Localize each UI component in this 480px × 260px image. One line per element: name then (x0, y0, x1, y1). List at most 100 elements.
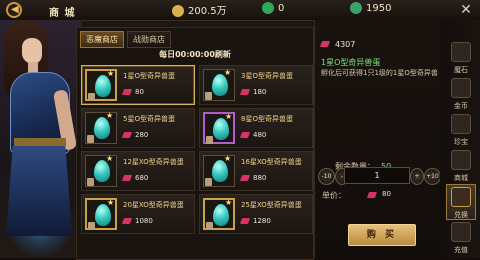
sidebar-item-label: 商城 (454, 174, 468, 182)
gem-icon (121, 89, 133, 95)
item-price: 280 (121, 131, 149, 139)
gem-icon (121, 175, 133, 181)
gold-value: 200.5万 (188, 6, 227, 17)
price-value: 680 (135, 174, 149, 182)
quantity-input[interactable]: 1 (344, 167, 410, 184)
star-icon: ★ (225, 112, 233, 121)
item-price: 1080 (121, 217, 153, 225)
lock-icon (87, 135, 94, 143)
shop-screen: ◀ 商 城 200.5万 0 1950 ✕ 恶魔商店 战勋商店 每日00:00:… (0, 0, 480, 260)
product-item[interactable]: ★ 8星O型奇异兽蛋 480 (199, 108, 313, 148)
item-slot: ★ (203, 154, 235, 187)
sidebar-item-recharge[interactable]: 充值 (446, 220, 476, 256)
recharge-icon (451, 222, 471, 242)
item-name: 12星XO型奇异兽蛋 (123, 158, 184, 166)
product-item[interactable]: ★ 16星XO型奇异兽蛋 880 (199, 151, 313, 191)
sidebar-item-coin[interactable]: 金币 (446, 76, 476, 112)
item-price: 80 (121, 88, 144, 96)
coin-icon (451, 78, 471, 98)
egg-icon (213, 204, 229, 226)
item-slot: ★ (85, 198, 117, 230)
egg-icon (95, 75, 111, 97)
item-price: 480 (239, 131, 266, 139)
price-value: 1280 (253, 217, 271, 225)
item-price: 880 (239, 174, 267, 182)
item-name: 3星O型奇异兽蛋 (241, 72, 293, 80)
tab-merit-shop[interactable]: 战勋商店 (127, 31, 171, 48)
egg-icon (212, 160, 228, 182)
price-value: 80 (135, 88, 144, 96)
hero-portrait (0, 20, 82, 258)
gem-icon (319, 41, 331, 47)
plus-button[interactable]: + (410, 168, 424, 185)
gem-coin-value: 1950 (366, 3, 392, 14)
green-coin-icon (262, 2, 274, 14)
item-price: 680 (121, 174, 149, 182)
star-icon: ★ (224, 154, 232, 163)
refresh-timer: 每日00:00:00刷新 (159, 50, 231, 59)
tab-demon-shop[interactable]: 恶魔商店 (80, 31, 124, 48)
lock-icon (88, 222, 95, 230)
sidebar-item-label: 充值 (454, 246, 468, 254)
side-nav: 魔石金币珍宝商城兑换充值 (440, 20, 480, 258)
sidebar-item-shop[interactable]: 商城 (446, 148, 476, 184)
product-item[interactable]: ★ 5星O型奇异兽蛋 280 (81, 108, 195, 148)
plus-10-button[interactable]: +10 (424, 168, 441, 185)
gem-icon (239, 89, 251, 95)
close-icon: ✕ (460, 2, 472, 18)
back-button[interactable]: ◀ (6, 2, 34, 18)
sidebar-item-exchange[interactable]: 兑换 (446, 184, 476, 220)
green-coin-resource: 0 (262, 2, 284, 17)
price-value: 880 (253, 174, 267, 182)
sidebar-item-magic-stone[interactable]: 魔石 (446, 40, 476, 76)
hero-belt (14, 138, 66, 146)
item-name: 1星O型奇异兽蛋 (321, 58, 381, 67)
item-name: 16星XO型奇异兽蛋 (241, 158, 302, 166)
egg-icon (94, 117, 110, 139)
gem-coin-resource: 1950 (350, 2, 391, 17)
product-item[interactable]: ★ 1星O型奇异兽蛋 80 (81, 65, 195, 105)
sidebar-item-label: 金币 (454, 102, 468, 110)
item-name: 25星XO型奇异兽蛋 (241, 201, 302, 209)
star-icon: ★ (106, 111, 114, 120)
item-slot: ★ (85, 154, 117, 187)
lock-icon (206, 222, 213, 230)
gem-icon (239, 218, 251, 224)
gem-icon (121, 132, 133, 138)
star-icon: ★ (225, 198, 233, 207)
gem-icon (239, 175, 251, 181)
treasure-icon (451, 114, 471, 134)
lock-icon (205, 92, 212, 100)
item-slot: ★ (203, 112, 235, 144)
sidebar-item-label: 珍宝 (454, 138, 468, 146)
lock-icon (87, 178, 94, 186)
item-description: 孵化后可获得1只1级的1星O型奇异兽 (321, 69, 438, 77)
star-icon: ★ (107, 69, 115, 78)
item-name: 8星O型奇异兽蛋 (241, 115, 293, 123)
hero-face (22, 38, 42, 64)
product-item[interactable]: ★ 20星XO型奇异兽蛋 1080 (81, 194, 195, 234)
gold-coin-icon (172, 5, 184, 17)
lock-icon (88, 93, 95, 101)
gold-resource: 200.5万 (172, 2, 227, 17)
star-icon: ★ (107, 198, 115, 207)
hero-skirt (6, 146, 72, 236)
magic-stone-icon (451, 42, 471, 62)
price-value: 280 (135, 131, 149, 139)
buy-button[interactable]: 购 买 (348, 224, 416, 246)
close-button[interactable]: ✕ (458, 2, 474, 18)
shop-icon (451, 150, 471, 170)
sidebar-item-treasure[interactable]: 珍宝 (446, 112, 476, 148)
gem-icon (121, 218, 133, 224)
egg-icon (212, 74, 228, 96)
product-item[interactable]: ★ 12星XO型奇异兽蛋 680 (81, 151, 195, 191)
product-item[interactable]: ★ 25星XO型奇异兽蛋 1280 (199, 194, 313, 234)
minus-10-button[interactable]: -10 (318, 168, 335, 185)
item-price: 180 (239, 88, 267, 96)
price-value: 180 (253, 88, 267, 96)
green-coin-value: 0 (278, 3, 285, 14)
lock-icon (206, 136, 213, 144)
product-item[interactable]: ★ 3星O型奇异兽蛋 180 (199, 65, 313, 105)
chevron-left-icon: ◀ (11, 4, 19, 15)
egg-icon (95, 204, 111, 226)
